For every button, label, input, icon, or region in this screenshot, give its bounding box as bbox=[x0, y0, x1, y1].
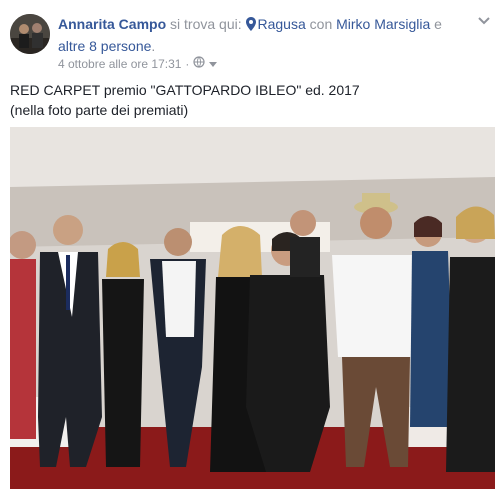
post-header: Annarita Campo si trova qui: Ragusa con … bbox=[58, 14, 468, 56]
avatar-image bbox=[10, 14, 50, 54]
post-caption: RED CARPET premio "GATTOPARDO IBLEO" ed.… bbox=[10, 80, 360, 120]
period: . bbox=[151, 38, 156, 54]
post-meta: 4 ottobre alle ore 17:31 · bbox=[58, 56, 218, 71]
post-photo[interactable] bbox=[10, 127, 495, 489]
author-name[interactable]: Annarita Campo bbox=[58, 16, 166, 32]
tagged-person-link[interactable]: Mirko Marsiglia bbox=[336, 16, 430, 32]
map-pin-icon bbox=[245, 16, 256, 36]
others-link[interactable]: altre 8 persone bbox=[58, 38, 151, 54]
with-prefix: con bbox=[309, 16, 333, 32]
chevron-down-icon[interactable] bbox=[477, 14, 491, 28]
privacy-dropdown-icon[interactable] bbox=[209, 57, 218, 71]
meta-separator: · bbox=[185, 56, 190, 71]
location-prefix: si trova qui: bbox=[170, 16, 242, 32]
caption-line-1: RED CARPET premio "GATTOPARDO IBLEO" ed.… bbox=[10, 82, 360, 98]
timestamp-link[interactable]: 4 ottobre alle ore 17:31 bbox=[58, 57, 181, 71]
caption-line-2: (nella foto parte dei premiati) bbox=[10, 102, 189, 118]
and-text: e bbox=[434, 16, 442, 32]
location-link[interactable]: Ragusa bbox=[258, 16, 306, 32]
globe-icon[interactable] bbox=[193, 56, 206, 71]
group-photo bbox=[10, 127, 495, 489]
avatar[interactable] bbox=[10, 14, 50, 54]
